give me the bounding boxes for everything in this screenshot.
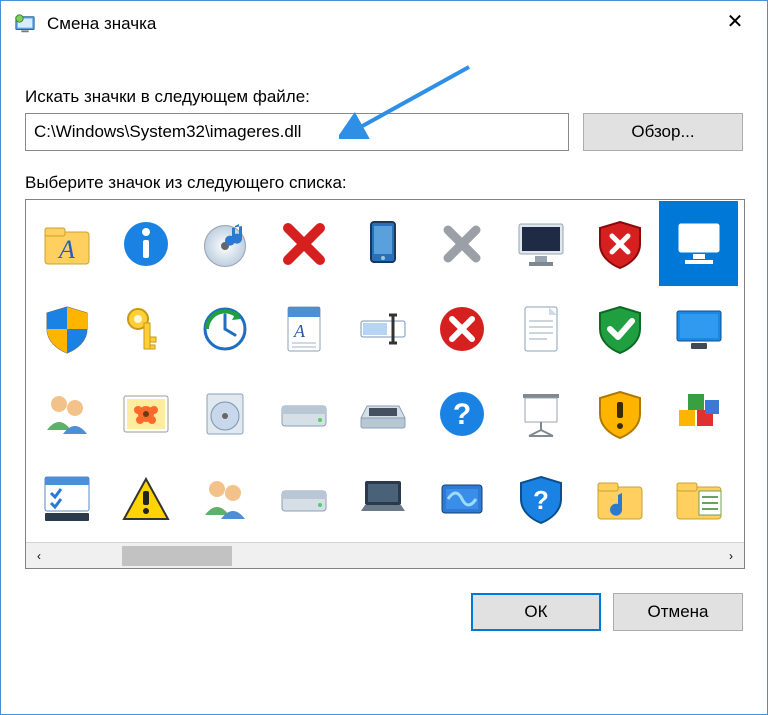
titlebar: Смена значка ✕ — [1, 1, 767, 47]
svg-text:A: A — [293, 321, 306, 341]
cancel-button[interactable]: Отмена — [613, 593, 743, 631]
icon-option-info-circle[interactable] — [106, 201, 185, 286]
chevron-right-icon: › — [729, 549, 733, 563]
icon-option-projector-screen[interactable] — [501, 371, 580, 456]
scrollbar-track[interactable] — [52, 543, 718, 568]
shield-check-green-icon — [592, 301, 648, 357]
icon-option-shield-x-red[interactable] — [580, 201, 659, 286]
icon-option-tablet-device[interactable] — [343, 201, 422, 286]
shield-question-icon: ? — [513, 471, 569, 527]
dialog-content: Искать значки в следующем файле: Обзор..… — [1, 47, 767, 573]
icon-option-clock-update[interactable] — [185, 286, 264, 371]
rename-cursor-icon — [355, 301, 411, 357]
icon-option-laptop-dark[interactable] — [343, 456, 422, 541]
scanner-icon — [355, 386, 411, 442]
icon-option-key-gold[interactable] — [106, 286, 185, 371]
laptop-dark-icon — [355, 471, 411, 527]
icon-option-shield-question[interactable]: ? — [501, 456, 580, 541]
icon-option-computer-blue[interactable] — [659, 201, 738, 286]
svg-text:?: ? — [452, 398, 470, 431]
blocks-apps-icon — [671, 386, 727, 442]
icon-option-scanner[interactable] — [343, 371, 422, 456]
clock-update-icon — [197, 301, 253, 357]
folder-list-icon — [671, 471, 727, 527]
info-circle-icon — [118, 216, 174, 272]
task-panel-icon — [39, 471, 95, 527]
font-folder-icon: A — [39, 216, 95, 272]
document-font-icon: A — [276, 301, 332, 357]
scroll-right-button[interactable]: › — [718, 543, 744, 569]
icon-option-x-red[interactable] — [264, 201, 343, 286]
svg-text:?: ? — [533, 485, 549, 515]
icon-list[interactable]: A A?? ‹ › — [25, 199, 745, 569]
select-icon-label: Выберите значок из следующего списка: — [25, 173, 743, 193]
icon-option-drive-activity[interactable] — [422, 456, 501, 541]
dialog-buttons: ОК Отмена — [1, 573, 767, 631]
icon-option-warning-triangle[interactable] — [106, 456, 185, 541]
icon-path-input[interactable] — [25, 113, 569, 151]
hard-drive-icon — [276, 386, 332, 442]
shield-warning-icon — [592, 386, 648, 442]
hard-drive-alt-icon — [276, 471, 332, 527]
icon-option-folder-list[interactable] — [659, 456, 738, 541]
shield-uac-icon — [39, 301, 95, 357]
icon-option-font-folder[interactable]: A — [27, 201, 106, 286]
icon-option-users-group-alt[interactable] — [185, 456, 264, 541]
icon-option-monitor-moon[interactable] — [501, 201, 580, 286]
projector-screen-icon — [513, 386, 569, 442]
drive-activity-icon — [434, 471, 490, 527]
icon-option-photo-flower[interactable] — [106, 371, 185, 456]
icon-option-display-blue[interactable] — [659, 286, 738, 371]
shield-x-red-icon — [592, 216, 648, 272]
icon-grid: A A?? — [26, 200, 744, 542]
icon-option-help-circle[interactable]: ? — [422, 371, 501, 456]
users-group-alt-icon — [197, 471, 253, 527]
ok-button[interactable]: ОК — [471, 593, 601, 631]
close-button[interactable]: ✕ — [707, 1, 763, 41]
x-gray-icon — [434, 216, 490, 272]
window-title: Смена значка — [47, 14, 156, 34]
scrollbar-thumb[interactable] — [122, 546, 232, 566]
warning-triangle-icon — [118, 471, 174, 527]
icon-option-hard-drive[interactable] — [264, 371, 343, 456]
icon-option-blocks-apps[interactable] — [659, 371, 738, 456]
icon-option-document-lines[interactable] — [501, 286, 580, 371]
monitor-moon-icon — [513, 216, 569, 272]
disc-box-icon — [197, 386, 253, 442]
tablet-device-icon — [355, 216, 411, 272]
folder-music-icon — [592, 471, 648, 527]
help-circle-icon: ? — [434, 386, 490, 442]
icon-option-shield-check-green[interactable] — [580, 286, 659, 371]
key-gold-icon — [118, 301, 174, 357]
error-circle-icon — [434, 301, 490, 357]
icon-option-folder-music[interactable] — [580, 456, 659, 541]
users-group-icon — [39, 386, 95, 442]
window-icon — [13, 12, 37, 36]
icon-option-x-gray[interactable] — [422, 201, 501, 286]
close-icon: ✕ — [727, 9, 744, 34]
scroll-left-button[interactable]: ‹ — [26, 543, 52, 569]
disc-music-icon — [197, 216, 253, 272]
icon-option-rename-cursor[interactable] — [343, 286, 422, 371]
icon-option-disc-box[interactable] — [185, 371, 264, 456]
path-row: Обзор... — [25, 113, 743, 151]
horizontal-scrollbar[interactable]: ‹ › — [26, 542, 744, 568]
document-lines-icon — [513, 301, 569, 357]
svg-text:A: A — [57, 235, 75, 264]
icon-option-task-panel[interactable] — [27, 456, 106, 541]
x-red-icon — [276, 216, 332, 272]
icon-option-document-font[interactable]: A — [264, 286, 343, 371]
icon-option-error-circle[interactable] — [422, 286, 501, 371]
icon-option-shield-uac[interactable] — [27, 286, 106, 371]
display-blue-icon — [671, 301, 727, 357]
chevron-left-icon: ‹ — [37, 549, 41, 563]
icon-option-disc-music[interactable] — [185, 201, 264, 286]
search-file-label: Искать значки в следующем файле: — [25, 87, 743, 107]
icon-option-users-group[interactable] — [27, 371, 106, 456]
computer-blue-icon — [671, 216, 727, 272]
browse-button[interactable]: Обзор... — [583, 113, 743, 151]
icon-option-hard-drive-alt[interactable] — [264, 456, 343, 541]
icon-option-shield-warning[interactable] — [580, 371, 659, 456]
photo-flower-icon — [118, 386, 174, 442]
